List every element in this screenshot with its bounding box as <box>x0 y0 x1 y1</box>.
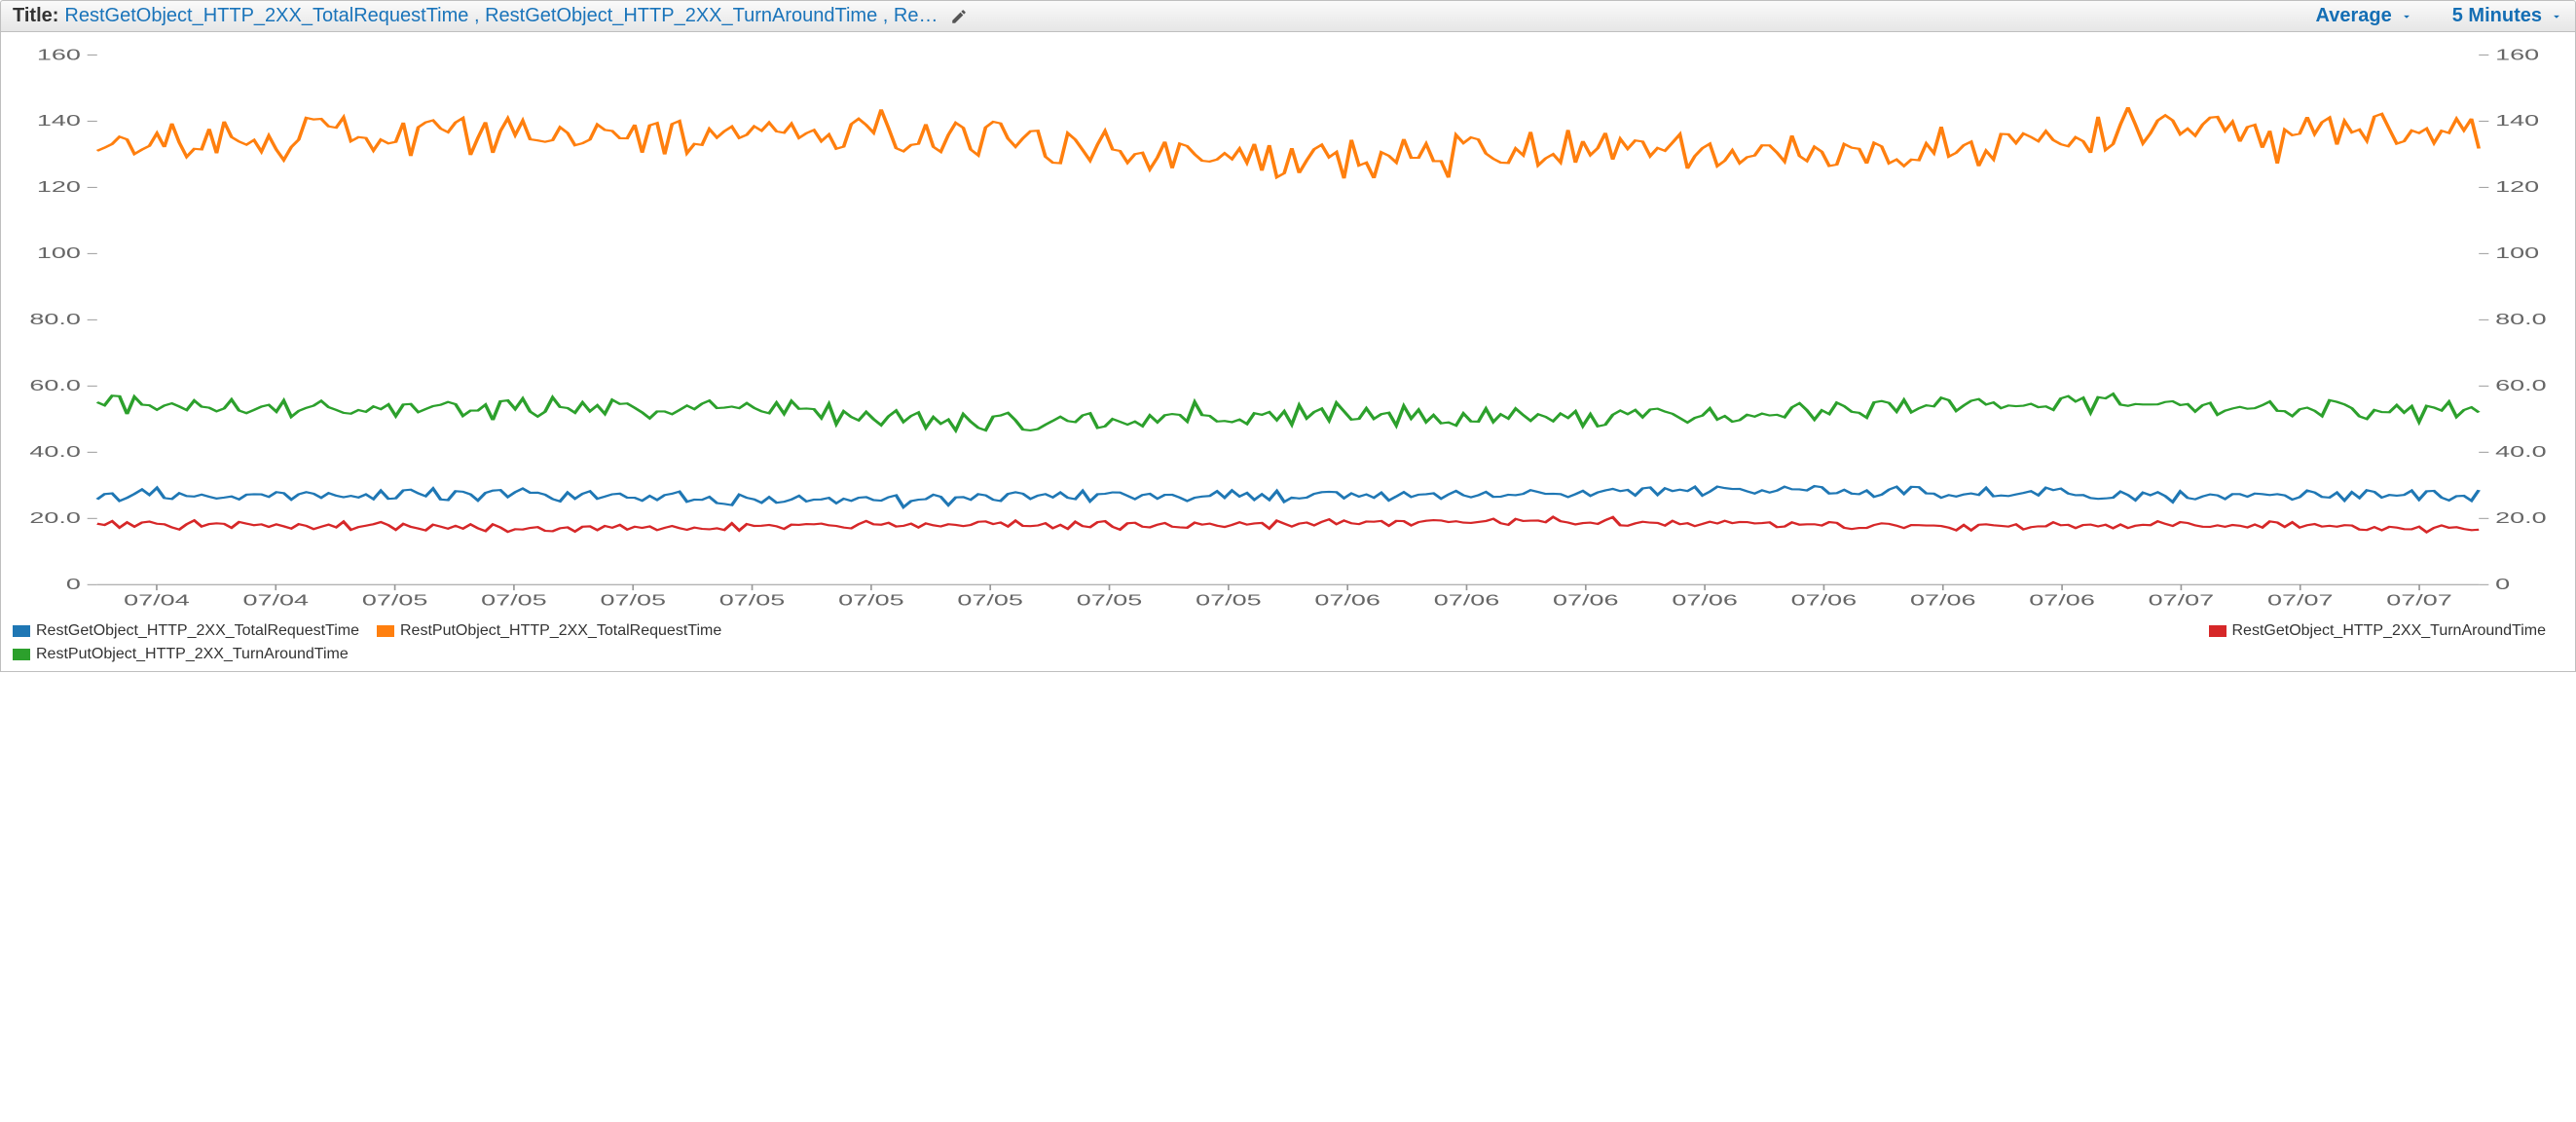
legend-item[interactable]: RestGetObject_HTTP_2XX_TotalRequestTime <box>13 622 359 640</box>
svg-text:120: 120 <box>37 178 81 196</box>
legend-label: RestPutObject_HTTP_2XX_TotalRequestTime <box>400 622 721 640</box>
svg-text:07/06: 07/06 <box>1314 592 1380 610</box>
legend-item[interactable]: RestGetObject_HTTP_2XX_TurnAroundTime <box>2209 622 2547 640</box>
svg-text:07/05: 07/05 <box>481 592 547 610</box>
widget-header: Title: RestGetObject_HTTP_2XX_TotalReque… <box>0 0 2576 32</box>
svg-text:120: 120 <box>2495 178 2539 196</box>
legend-label: RestGetObject_HTTP_2XX_TotalRequestTime <box>36 622 359 640</box>
svg-text:07/06: 07/06 <box>2029 592 2095 610</box>
svg-text:07/07: 07/07 <box>2149 592 2215 610</box>
svg-text:60.0: 60.0 <box>29 377 81 394</box>
chart-area: 0 0 20.0 20.0 40.0 40.0 60.0 60.0 80.0 80.0 100 100… <box>0 32 2576 672</box>
svg-text:07/07: 07/07 <box>2267 592 2334 610</box>
series-RestPutObject_HTTP_2XX_TurnAroundTime <box>97 393 2479 430</box>
svg-text:07/06: 07/06 <box>1672 592 1738 610</box>
period-dropdown[interactable]: 5 Minutes <box>2452 5 2563 27</box>
svg-text:07/05: 07/05 <box>838 592 904 610</box>
svg-text:100: 100 <box>2495 244 2539 262</box>
svg-text:100: 100 <box>37 244 81 262</box>
legend-item[interactable]: RestPutObject_HTTP_2XX_TotalRequestTime <box>377 622 721 640</box>
svg-text:140: 140 <box>2495 112 2539 130</box>
line-chart[interactable]: 0 0 20.0 20.0 40.0 40.0 60.0 60.0 80.0 80.0 100 100… <box>7 38 2569 622</box>
legend-label: RestPutObject_HTTP_2XX_TurnAroundTime <box>36 646 349 663</box>
svg-text:07/06: 07/06 <box>1910 592 1976 610</box>
title-label: Title: <box>13 5 58 27</box>
svg-text:07/05: 07/05 <box>600 592 666 610</box>
svg-text:20.0: 20.0 <box>29 509 81 527</box>
svg-text:07/05: 07/05 <box>1077 592 1143 610</box>
svg-text:20.0: 20.0 <box>2495 509 2547 527</box>
legend-swatch <box>13 649 30 660</box>
metrics-widget: Title: RestGetObject_HTTP_2XX_TotalReque… <box>0 0 2576 672</box>
title-text: RestGetObject_HTTP_2XX_TotalRequestTime … <box>64 5 940 27</box>
svg-text:07/06: 07/06 <box>1791 592 1858 610</box>
svg-text:160: 160 <box>37 46 81 63</box>
svg-text:07/07: 07/07 <box>2386 592 2452 610</box>
svg-text:07/05: 07/05 <box>362 592 428 610</box>
series-RestPutObject_HTTP_2XX_TotalRequestTime <box>97 107 2479 178</box>
legend-label: RestGetObject_HTTP_2XX_TurnAroundTime <box>2232 622 2547 640</box>
svg-text:07/04: 07/04 <box>243 592 310 610</box>
edit-title-icon[interactable] <box>950 8 968 25</box>
svg-text:07/05: 07/05 <box>719 592 786 610</box>
statistic-dropdown-label: Average <box>2316 5 2392 27</box>
svg-text:07/05: 07/05 <box>1196 592 1262 610</box>
svg-text:160: 160 <box>2495 46 2539 63</box>
svg-text:07/05: 07/05 <box>957 592 1023 610</box>
svg-text:40.0: 40.0 <box>2495 443 2547 461</box>
legend-item[interactable]: RestPutObject_HTTP_2XX_TurnAroundTime <box>13 646 349 663</box>
svg-text:140: 140 <box>37 112 81 130</box>
period-dropdown-label: 5 Minutes <box>2452 5 2542 27</box>
series-RestGetObject_HTTP_2XX_TurnAroundTime <box>97 517 2479 533</box>
svg-text:07/06: 07/06 <box>1553 592 1619 610</box>
svg-text:07/04: 07/04 <box>124 592 190 610</box>
svg-text:07/06: 07/06 <box>1434 592 1500 610</box>
svg-text:80.0: 80.0 <box>29 311 81 328</box>
legend: RestGetObject_HTTP_2XX_TotalRequestTime R… <box>7 622 2569 669</box>
chevron-down-icon <box>2400 10 2413 23</box>
chevron-down-icon <box>2550 10 2563 23</box>
legend-swatch <box>377 625 394 637</box>
series-RestGetObject_HTTP_2XX_TotalRequestTime <box>97 486 2479 507</box>
svg-text:60.0: 60.0 <box>2495 377 2547 394</box>
legend-swatch <box>2209 625 2226 637</box>
legend-swatch <box>13 625 30 637</box>
svg-text:40.0: 40.0 <box>29 443 81 461</box>
svg-text:0: 0 <box>66 576 81 593</box>
svg-text:0: 0 <box>2495 576 2510 593</box>
svg-text:80.0: 80.0 <box>2495 311 2547 328</box>
statistic-dropdown[interactable]: Average <box>2316 5 2413 27</box>
